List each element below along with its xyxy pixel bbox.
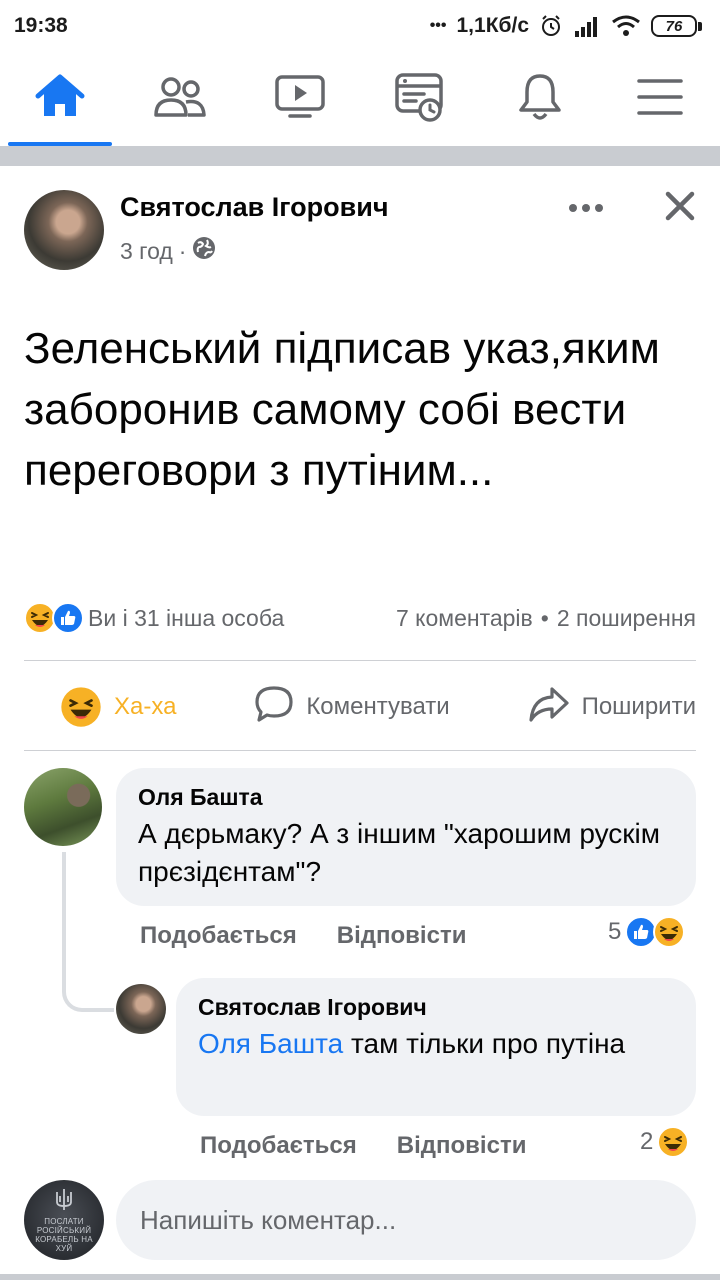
comment-text: А дєрьмаку? А з іншим "харошим рускім пр… <box>138 818 661 887</box>
comment-reply-button[interactable]: Відповісти <box>337 922 467 950</box>
status-bar: 19:38 ••• 1,1Кб/с 76 <box>0 0 720 52</box>
comment-placeholder: Напишіть коментар... <box>140 1204 397 1235</box>
reaction-icons <box>24 602 84 634</box>
network-speed: 1,1Кб/с <box>456 14 530 37</box>
share-icon <box>528 685 570 730</box>
tab-watch[interactable] <box>240 52 360 146</box>
menu-icon <box>637 77 683 122</box>
globe-icon <box>192 236 216 266</box>
count-bullet: • <box>540 604 549 631</box>
comments-count[interactable]: 7 коментарів <box>396 605 533 632</box>
battery-icon: 76 <box>651 15 702 37</box>
reply-body: там тільки про путіна <box>343 1028 626 1059</box>
reply-mention[interactable]: Оля Башта <box>198 1028 343 1059</box>
post-author-avatar[interactable] <box>24 190 104 270</box>
reply-like-button[interactable]: Подобається <box>200 1132 357 1160</box>
reply-author-avatar[interactable] <box>116 984 166 1034</box>
bell-icon <box>517 72 563 127</box>
reply-reply-button[interactable]: Відповісти <box>397 1132 527 1160</box>
share-button[interactable]: Поширити <box>528 685 696 730</box>
comment-reaction-count: 5 <box>608 918 622 945</box>
haha-icon <box>657 1126 690 1158</box>
like-icon <box>52 602 84 634</box>
post-text: Зеленський підписав указ,яким заборонив … <box>24 324 660 495</box>
reply-reactions[interactable]: 2 <box>640 1126 690 1158</box>
comment-bubble: Оля Башта А дєрьмаку? А з іншим "харошим… <box>116 768 696 906</box>
trident-icon <box>54 1188 74 1217</box>
tab-home[interactable] <box>0 52 120 146</box>
comment-like-button[interactable]: Подобається <box>140 922 297 950</box>
close-icon <box>665 191 695 226</box>
reactions-who[interactable]: Ви і 31 інша особа <box>24 602 284 634</box>
tab-friends[interactable] <box>120 52 240 146</box>
wifi-icon <box>611 15 641 37</box>
alarm-icon <box>539 14 563 38</box>
comment-input[interactable]: Напишіть коментар... <box>116 1180 696 1260</box>
comment-author[interactable]: Оля Башта <box>138 784 674 811</box>
reply-text: Оля Башта там тільки про путіна <box>198 1025 674 1063</box>
close-button[interactable] <box>656 184 704 232</box>
signal-icon <box>573 15 601 37</box>
reply-bubble: Святослав Ігорович Оля Башта там тільки … <box>176 978 696 1116</box>
status-icons: ••• 1,1Кб/с 76 <box>430 14 702 38</box>
battery-level: 76 <box>651 15 697 37</box>
share-label: Поширити <box>581 693 696 720</box>
commenter-avatar[interactable] <box>24 768 102 846</box>
divider <box>24 750 696 751</box>
comment-button[interactable]: Коментувати <box>254 685 450 730</box>
friends-icon <box>153 75 207 124</box>
reactions-text: Ви і 31 інша особа <box>88 604 285 631</box>
reply-actions: Подобається Відповісти <box>200 1132 526 1160</box>
home-icon <box>34 74 86 125</box>
avatar-caption: ПОСЛАТИ РОСІЙСЬКИЙ КОРАБЕЛЬ НА ХУЙ <box>35 1216 93 1253</box>
haha-icon <box>653 916 686 948</box>
news-icon <box>394 72 446 127</box>
status-dots: ••• <box>429 17 447 34</box>
video-icon <box>274 74 326 125</box>
haha-reaction-button[interactable]: Ха-ха <box>60 686 176 728</box>
more-options-button[interactable] <box>560 188 612 228</box>
status-time: 19:38 <box>14 14 68 37</box>
post-author-name[interactable]: Святослав Ігорович <box>120 192 389 223</box>
nav-separator <box>0 146 720 166</box>
post-meta: 3 год · <box>120 236 216 266</box>
current-user-avatar[interactable]: ПОСЛАТИ РОСІЙСЬКИЙ КОРАБЕЛЬ НА ХУЙ <box>24 1180 104 1260</box>
comment-reactions[interactable]: 5 <box>608 916 686 948</box>
top-nav <box>0 52 720 146</box>
tab-feeds[interactable] <box>360 52 480 146</box>
reply-reaction-count: 2 <box>640 1128 654 1155</box>
tab-menu[interactable] <box>600 52 720 146</box>
bottom-bar <box>0 1274 720 1280</box>
comment-label: Коментувати <box>306 693 450 720</box>
reactions-summary: Ви і 31 інша особа 7 коментарів • 2 поши… <box>24 596 696 640</box>
haha-label: Ха-ха <box>114 693 177 720</box>
divider <box>24 660 696 661</box>
comment-icon <box>254 685 294 730</box>
reply-thread-line <box>62 852 114 1012</box>
meta-separator: · <box>178 237 187 264</box>
tab-notifications[interactable] <box>480 52 600 146</box>
post-time[interactable]: 3 год <box>120 238 173 265</box>
comment-actions: Подобається Відповісти <box>140 922 466 950</box>
haha-icon <box>60 686 102 728</box>
post-actions: Ха-ха Коментувати Поширити <box>24 668 696 746</box>
engagement-counts: 7 коментарів • 2 поширення <box>396 605 696 632</box>
reply-author[interactable]: Святослав Ігорович <box>198 994 674 1021</box>
shares-count[interactable]: 2 поширення <box>557 605 696 632</box>
